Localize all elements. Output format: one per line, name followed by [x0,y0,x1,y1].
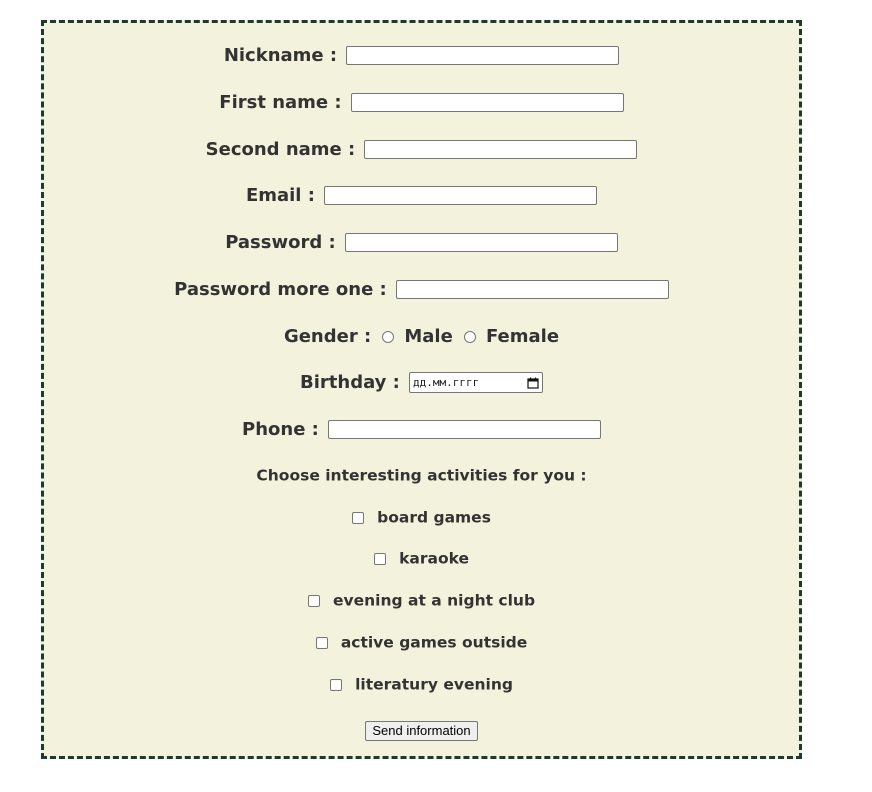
password-repeat-row: Password more one : [44,279,799,300]
activity-label-board-games[interactable]: board games [377,509,491,527]
gender-male-label[interactable]: Male [404,326,452,347]
calendar-icon[interactable] [527,377,539,389]
phone-input[interactable] [327,420,601,439]
password-repeat-input[interactable] [395,280,669,299]
nickname-input[interactable] [346,46,620,65]
activity-label-active-games[interactable]: active games outside [341,634,527,652]
activity-checkbox-night-club[interactable] [307,594,320,607]
email-input[interactable] [324,186,598,205]
password-row: Password : [44,232,799,253]
activity-label-literatury-evening[interactable]: literatury evening [355,676,513,694]
gender-male-radio[interactable] [382,330,395,343]
second-name-row: Second name : [44,139,799,160]
password-label: Password : [225,232,336,253]
password-input[interactable] [344,233,618,252]
email-label: Email : [245,185,315,206]
birthday-row: Birthday : дд.мм.гггг [44,372,799,393]
activity-checkbox-literatury-evening[interactable] [330,678,343,691]
birthday-placeholder: дд.мм.гггг [412,376,480,389]
activity-label-karaoke[interactable]: karaoke [399,550,469,568]
activities-heading-row: Choose interesting activities for you : [44,465,799,485]
activities-heading: Choose interesting activities for you : [256,466,587,485]
gender-label: Gender : [283,326,372,347]
activity-item: literatury evening [44,674,799,694]
activity-item: karaoke [44,548,799,568]
activity-item: evening at a night club [44,590,799,610]
activity-item: board games [44,507,799,527]
phone-row: Phone : [44,419,799,440]
nickname-row: Nickname : [44,45,799,66]
birthday-date-input[interactable]: дд.мм.гггг [408,372,543,393]
activity-checkbox-active-games[interactable] [315,636,328,649]
registration-form: Nickname : First name : Second name : Em… [41,20,802,759]
activity-checkbox-karaoke[interactable] [373,552,386,565]
phone-label: Phone : [242,419,319,440]
first-name-label: First name : [219,92,342,113]
second-name-label: Second name : [205,139,356,160]
nickname-label: Nickname : [223,45,338,66]
first-name-input[interactable] [350,93,624,112]
submit-row: Send information [44,720,799,741]
birthday-label: Birthday : [300,372,400,393]
password-repeat-label: Password more one : [174,279,387,300]
first-name-row: First name : [44,92,799,113]
second-name-input[interactable] [364,140,638,159]
email-row: Email : [44,185,799,206]
activity-checkbox-board-games[interactable] [352,511,365,524]
gender-female-label[interactable]: Female [486,326,559,347]
gender-row: Gender : Male Female [44,326,799,347]
activity-label-night-club[interactable]: evening at a night club [333,592,535,610]
gender-female-radio[interactable] [463,330,476,343]
send-information-button[interactable]: Send information [365,721,478,741]
activity-item: active games outside [44,632,799,652]
